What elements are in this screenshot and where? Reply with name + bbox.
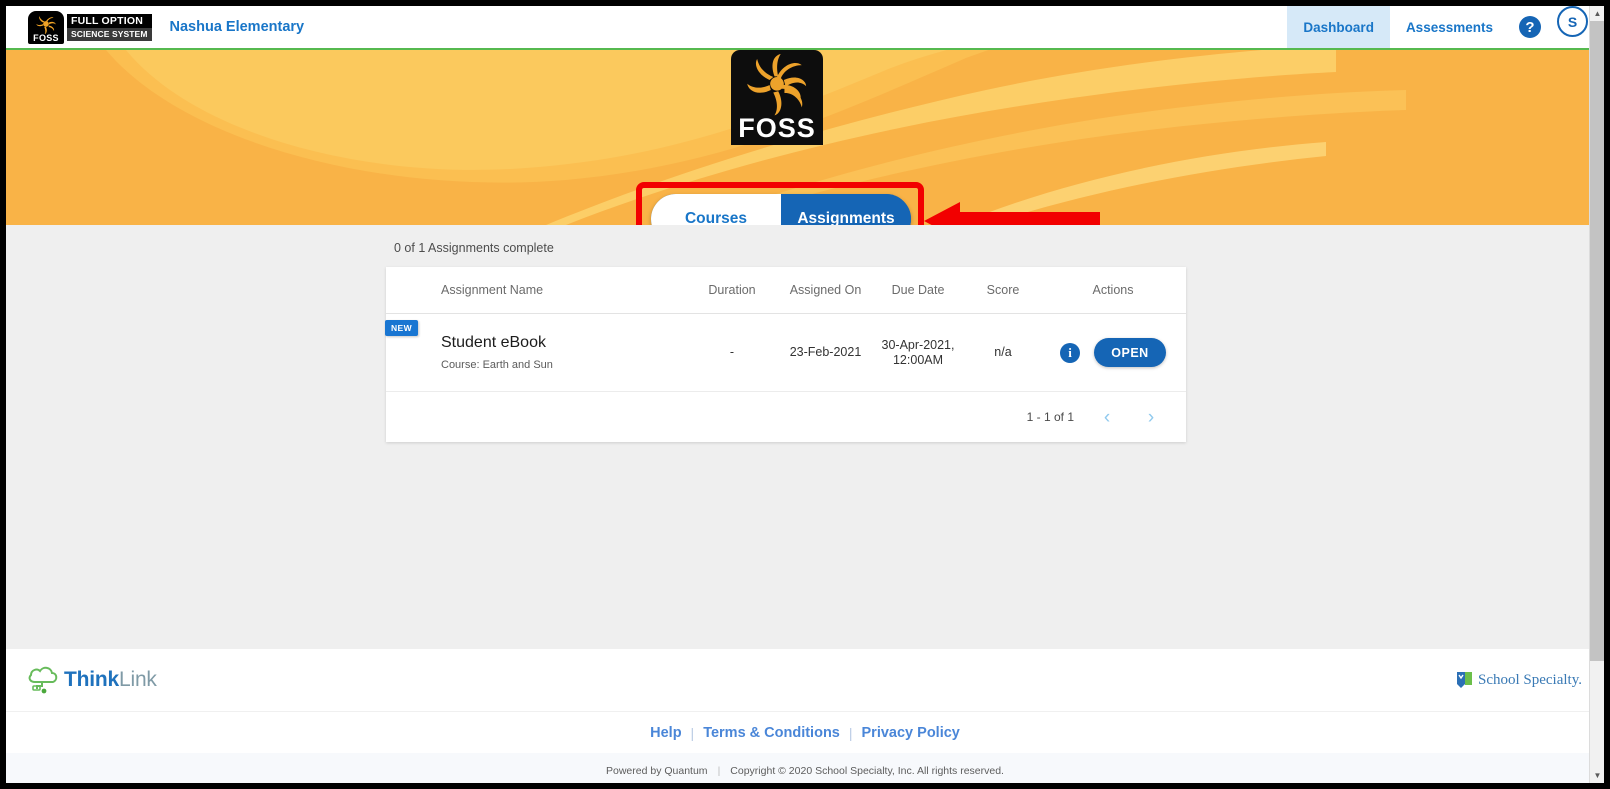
column-header-due-date: Due Date [891,283,945,297]
powered-by-text: Powered by Quantum [606,765,708,777]
school-name: Nashua Elementary [169,19,305,35]
foss-logo[interactable]: FOSS FULL OPTION SCIENCE SYSTEM [28,10,152,44]
footer-link-privacy[interactable]: Privacy Policy [862,725,960,741]
thinklink-link: Link [119,668,157,691]
column-header-assigned-on: Assigned On [789,283,862,297]
foss-word-top: FULL OPTION [67,13,152,28]
scroll-up-arrow-icon[interactable]: ▲ [1590,6,1604,21]
question-mark-icon: ? [1519,16,1541,38]
banner-foss-logo: FOSS [731,50,823,145]
assignments-table-card: Assignment Name Duration Assigned On Due… [385,267,1186,442]
footer-logo-bar: ThinkLink School Specialty. [6,649,1604,711]
chevron-right-icon[interactable]: › [1140,406,1162,428]
hero-banner: FOSS Courses Assignments [6,50,1604,225]
tab-courses[interactable]: Courses [651,194,781,225]
foss-word-bottom: SCIENCE SYSTEM [67,27,152,41]
chevron-left-icon[interactable]: ‹ [1096,406,1118,428]
pagination-range: 1 - 1 of 1 [1026,410,1074,424]
avatar[interactable]: S [1557,6,1588,37]
foss-badge-label: FOSS [33,32,59,43]
cell-assigned-on: 23-Feb-2021 [789,345,862,359]
nav-link-assessments[interactable]: Assessments [1390,6,1509,48]
column-header-score: Score [986,283,1020,297]
foss-wordmark: FULL OPTION SCIENCE SYSTEM [67,11,152,44]
cell-due-date: 30-Apr-2021, 12:00AM [873,338,963,368]
footer-copy-separator: | [717,765,721,777]
column-header-actions: Actions [1092,283,1134,297]
sun-swirl-icon [747,54,807,116]
open-button[interactable]: OPEN [1094,338,1166,367]
cell-score: n/a [994,345,1012,359]
cell-duration: - [729,345,735,359]
due-date-line-1: 30-Apr-2021, [881,337,955,352]
cell-actions: i OPEN [1043,338,1183,367]
browser-frame: FOSS FULL OPTION SCIENCE SYSTEM Nashua E… [0,0,1610,789]
school-specialty-logo: School Specialty. [1456,671,1582,689]
brand-area: FOSS FULL OPTION SCIENCE SYSTEM Nashua E… [6,10,305,44]
new-badge: NEW [385,320,419,336]
sun-swirl-icon [36,15,56,34]
banner-foss-label: FOSS [738,113,816,143]
page-scrollbar[interactable]: ▲ ▼ [1589,6,1604,783]
info-circle-icon[interactable]: i [1060,342,1080,363]
thinklink-wordmark: ThinkLink [64,668,157,692]
view-toggle: Courses Assignments [651,194,911,225]
thinklink-logo: ThinkLink [26,665,157,695]
footer-separator: | [690,724,695,741]
footer-copyright-bar: Powered by Quantum | Copyright © 2020 Sc… [6,753,1604,783]
cloud-icon [28,666,58,694]
help-button[interactable]: ? [1509,6,1551,48]
shield-mark-icon [1456,672,1472,688]
table-row: NEW Student eBook Course: Earth and Sun … [385,314,1186,392]
column-header-duration: Duration [708,283,756,297]
footer-link-terms[interactable]: Terms & Conditions [703,725,840,741]
column-header-assignment-name: Assignment Name [441,283,544,297]
scrollbar-thumb[interactable] [1590,21,1604,661]
tab-assignments[interactable]: Assignments [781,194,911,225]
assignments-status-text: 0 of 1 Assignments complete [394,241,554,255]
footer-separator: | [848,724,853,741]
thinklink-think: Think [64,668,119,691]
table-pagination: 1 - 1 of 1 ‹ › [386,392,1186,442]
page-viewport: FOSS FULL OPTION SCIENCE SYSTEM Nashua E… [6,6,1604,783]
due-date-line-2: 12:00AM [892,352,944,367]
top-nav-right: Dashboard Assessments ? S [1287,6,1604,48]
school-specialty-label: School Specialty. [1477,671,1582,688]
actions-group: i OPEN [1043,338,1183,367]
nav-link-dashboard[interactable]: Dashboard [1287,6,1390,48]
assignment-course: Course: Earth and Sun [441,359,553,371]
top-navigation-bar: FOSS FULL OPTION SCIENCE SYSTEM Nashua E… [6,6,1604,50]
assignment-title[interactable]: Student eBook [441,334,686,352]
footer-link-help[interactable]: Help [650,725,681,741]
footer-links: Help | Terms & Conditions | Privacy Poli… [6,711,1604,753]
scroll-down-arrow-icon[interactable]: ▼ [1590,768,1604,783]
cell-assignment-name: Student eBook Course: Earth and Sun [386,334,686,371]
main-content: 0 of 1 Assignments complete Assignment N… [6,225,1604,649]
foss-badge: FOSS [28,10,64,44]
copyright-text: Copyright © 2020 School Specialty, Inc. … [730,765,1004,777]
table-header-row: Assignment Name Duration Assigned On Due… [386,267,1186,314]
